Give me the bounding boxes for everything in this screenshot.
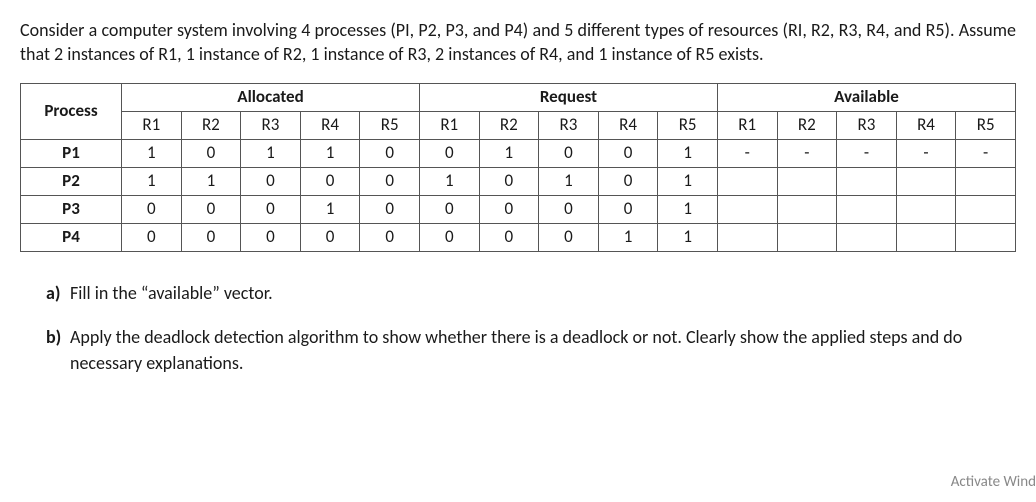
cell: 1 (658, 167, 718, 195)
cell (777, 195, 837, 223)
cell: 0 (360, 223, 420, 251)
subheader: R3 (241, 111, 301, 139)
question-a-text: Fill in the “available” vector. (70, 280, 1016, 306)
cell: 1 (181, 167, 241, 195)
cell: - (837, 139, 897, 167)
subheader: R2 (479, 111, 539, 139)
subheader: R5 (956, 111, 1016, 139)
header-request: Request (419, 83, 717, 111)
cell: 0 (241, 195, 301, 223)
cell (956, 223, 1016, 251)
cell (717, 195, 777, 223)
cell: 1 (658, 195, 718, 223)
cell: 1 (658, 223, 718, 251)
cell: 0 (539, 139, 599, 167)
cell (896, 223, 956, 251)
cell (717, 223, 777, 251)
cell (896, 167, 956, 195)
cell: 0 (241, 223, 301, 251)
table-row: P2 1 1 0 0 0 1 0 1 0 1 (21, 167, 1016, 195)
cell: 0 (241, 167, 301, 195)
subheader: R2 (181, 111, 241, 139)
cell: 1 (598, 223, 658, 251)
cell: 0 (598, 139, 658, 167)
subheader: R4 (896, 111, 956, 139)
subheader: R4 (300, 111, 360, 139)
cell: 1 (419, 167, 479, 195)
subheader: R4 (598, 111, 658, 139)
question-a-label: a) (46, 280, 70, 306)
cell: 0 (360, 139, 420, 167)
cell: 1 (122, 167, 182, 195)
cell: 0 (360, 195, 420, 223)
subheader: R2 (777, 111, 837, 139)
cell: 0 (181, 139, 241, 167)
question-b: b) Apply the deadlock detection algorith… (46, 324, 1016, 376)
subheader: R1 (122, 111, 182, 139)
cell: 0 (539, 195, 599, 223)
cell: 0 (419, 139, 479, 167)
cell: 0 (598, 167, 658, 195)
question-b-text: Apply the deadlock detection algorithm t… (70, 324, 1016, 376)
cell: 0 (300, 167, 360, 195)
cell: 1 (658, 139, 718, 167)
question-b-label: b) (46, 324, 70, 376)
cell (837, 195, 897, 223)
cell: 1 (539, 167, 599, 195)
subheader: R5 (360, 111, 420, 139)
cell (777, 167, 837, 195)
cell: 1 (479, 139, 539, 167)
cell: - (777, 139, 837, 167)
process-name: P2 (21, 167, 122, 195)
cell: 1 (300, 195, 360, 223)
cell: 0 (181, 223, 241, 251)
cell: - (717, 139, 777, 167)
problem-statement: Consider a computer system involving 4 p… (20, 18, 1016, 67)
process-name: P1 (21, 139, 122, 167)
cell: - (956, 139, 1016, 167)
questions-block: a) Fill in the “available” vector. b) Ap… (20, 280, 1016, 376)
question-a: a) Fill in the “available” vector. (46, 280, 1016, 306)
cell: 1 (300, 139, 360, 167)
subheader: R1 (717, 111, 777, 139)
cell: 0 (122, 195, 182, 223)
cell: 0 (598, 195, 658, 223)
subheader: R3 (837, 111, 897, 139)
cell: 0 (122, 223, 182, 251)
cell: 0 (419, 195, 479, 223)
table-row: P4 0 0 0 0 0 0 0 0 1 1 (21, 223, 1016, 251)
cell: 0 (539, 223, 599, 251)
cell: 1 (122, 139, 182, 167)
cell: - (896, 139, 956, 167)
header-allocated: Allocated (122, 83, 420, 111)
cell: 0 (479, 223, 539, 251)
cell (837, 223, 897, 251)
cell (896, 195, 956, 223)
table-row: P1 1 0 1 1 0 0 1 0 0 1 - - - - - (21, 139, 1016, 167)
subheader: R5 (658, 111, 718, 139)
subheader: R3 (539, 111, 599, 139)
cell: 0 (360, 167, 420, 195)
cell (777, 223, 837, 251)
cell (956, 195, 1016, 223)
cell: 0 (479, 167, 539, 195)
header-available: Available (717, 83, 1015, 111)
process-name: P3 (21, 195, 122, 223)
resource-table: Process Allocated Request Available R1 R… (20, 83, 1016, 252)
cell: 0 (419, 223, 479, 251)
cell: 1 (241, 139, 301, 167)
watermark-text: Activate Wind (951, 472, 1036, 492)
cell (837, 167, 897, 195)
process-name: P4 (21, 223, 122, 251)
cell: 0 (479, 195, 539, 223)
cell (717, 167, 777, 195)
subheader: R1 (419, 111, 479, 139)
cell: 0 (181, 195, 241, 223)
cell (956, 167, 1016, 195)
cell: 0 (300, 223, 360, 251)
table-row: P3 0 0 0 1 0 0 0 0 0 1 (21, 195, 1016, 223)
header-process: Process (21, 83, 122, 139)
